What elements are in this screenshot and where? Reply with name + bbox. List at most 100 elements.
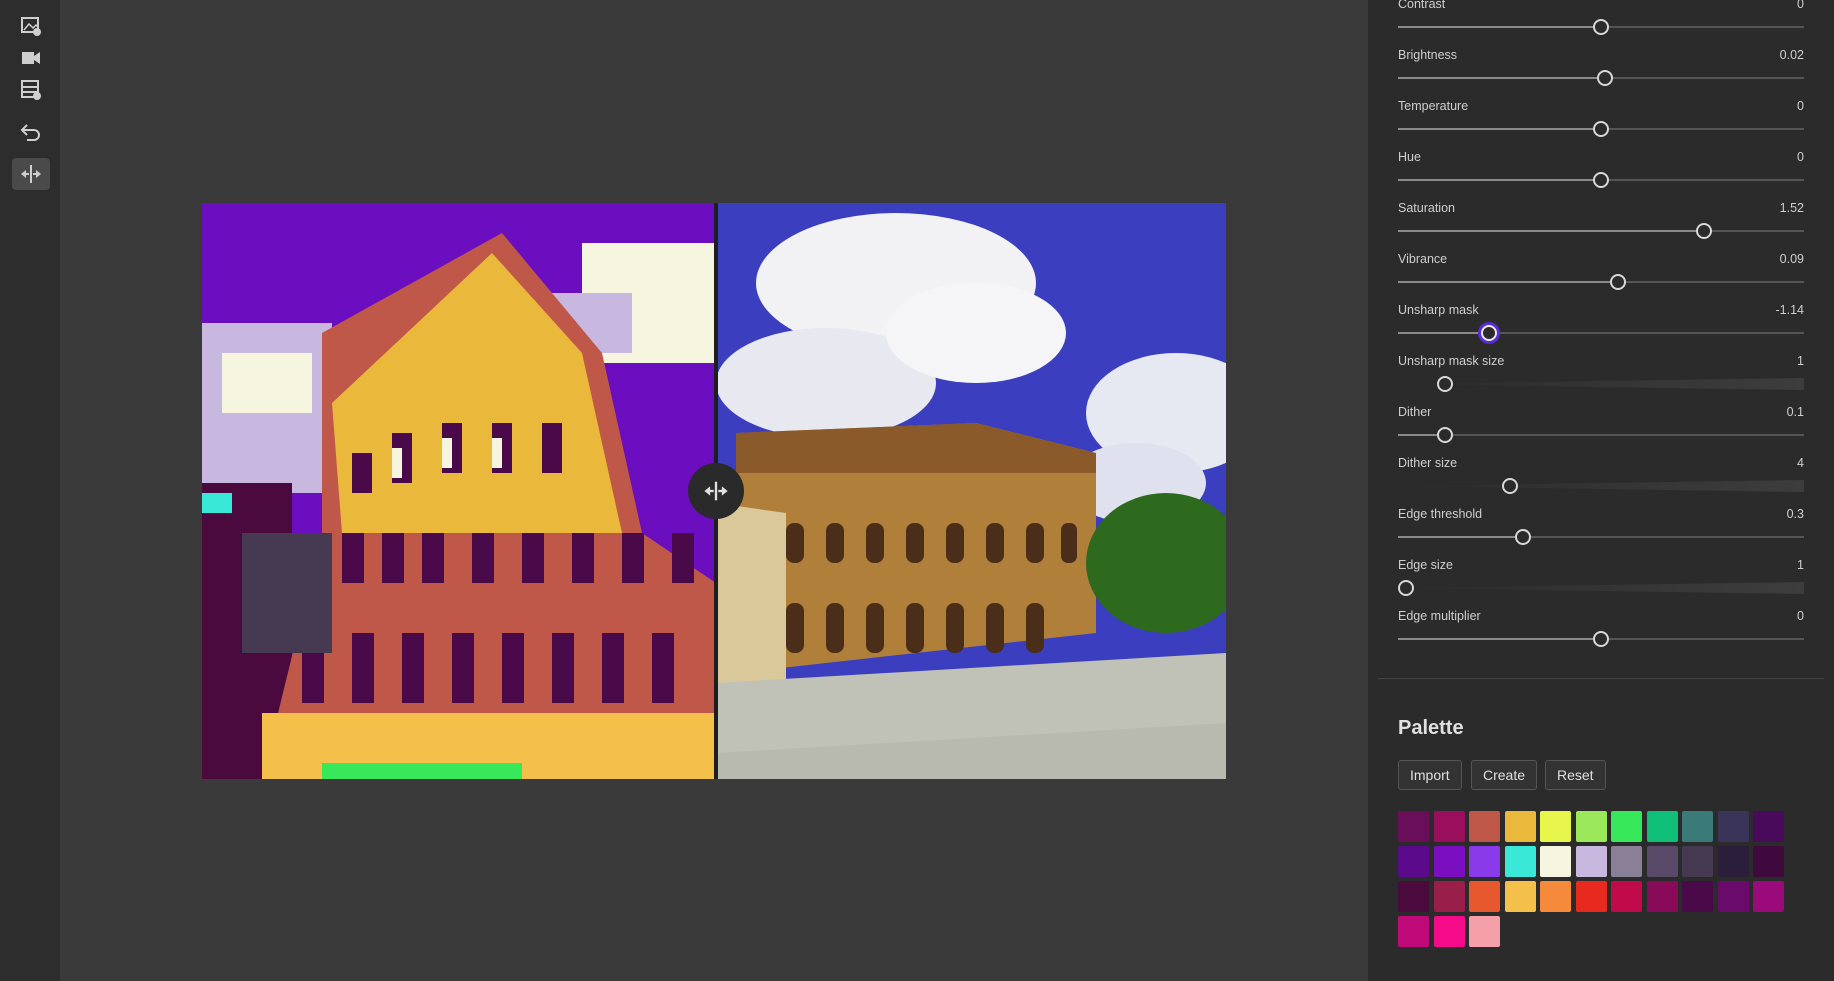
palette-swatch[interactable]	[1646, 881, 1678, 912]
palette-swatch[interactable]	[1469, 916, 1500, 947]
canvas-area	[60, 0, 1368, 981]
slider-brightness[interactable]: Brightness 0.02	[1398, 48, 1804, 98]
create-button[interactable]: Create	[1471, 760, 1538, 790]
slider-label: Edge threshold	[1398, 507, 1483, 521]
slider-thumb[interactable]	[1436, 427, 1453, 443]
slider-track[interactable]	[1398, 434, 1804, 436]
batch-button[interactable]	[12, 74, 50, 106]
palette-swatch[interactable]	[1433, 811, 1465, 842]
slider-saturation[interactable]: Saturation 1.52	[1398, 201, 1804, 251]
palette-swatch[interactable]	[1433, 881, 1465, 912]
slider-edge-multiplier[interactable]: Edge multiplier 0	[1398, 609, 1804, 659]
slider-thumb[interactable]	[1593, 19, 1609, 35]
palette-swatch[interactable]	[1682, 846, 1713, 877]
slider-label: Dither	[1398, 405, 1432, 419]
palette-swatch[interactable]	[1682, 881, 1713, 912]
palette-swatch[interactable]	[1611, 881, 1642, 912]
palette-swatch[interactable]	[1575, 811, 1607, 842]
video-icon	[22, 52, 40, 64]
slider-track-fill	[1398, 281, 1619, 283]
palette-swatch[interactable]	[1469, 846, 1500, 877]
undo-button[interactable]	[12, 116, 50, 148]
slider-value: 4	[1797, 456, 1804, 470]
slider-unsharp-mask[interactable]: Unsharp mask -1.14	[1398, 303, 1804, 353]
palette-swatch[interactable]	[1753, 881, 1784, 912]
palette-swatch[interactable]	[1575, 846, 1607, 877]
slider-track[interactable]	[1398, 230, 1804, 232]
slider-track-fill	[1398, 638, 1601, 640]
palette-swatch[interactable]	[1753, 846, 1784, 877]
compare-handle[interactable]	[688, 463, 744, 519]
slider-thumb[interactable]	[1436, 376, 1453, 392]
slider-thumb[interactable]	[1398, 580, 1415, 596]
slider-label: Unsharp mask size	[1398, 354, 1505, 368]
palette-swatch[interactable]	[1398, 881, 1429, 912]
palette-swatch[interactable]	[1398, 916, 1429, 947]
slider-track[interactable]	[1398, 281, 1804, 283]
palette-swatch[interactable]	[1504, 881, 1536, 912]
slider-value: 0.09	[1779, 252, 1804, 266]
slider-thumb[interactable]	[1481, 325, 1498, 341]
slider-track[interactable]	[1398, 480, 1804, 492]
slider-value: 0	[1797, 99, 1804, 113]
palette-swatch[interactable]	[1575, 881, 1607, 912]
slider-thumb[interactable]	[1502, 478, 1519, 494]
slider-label: Edge multiplier	[1398, 609, 1481, 623]
palette-swatch[interactable]	[1504, 811, 1536, 842]
slider-value: 0.1	[1786, 405, 1804, 419]
palette-swatch[interactable]	[1469, 811, 1500, 842]
palette-swatch[interactable]	[1469, 881, 1500, 912]
slider-thumb[interactable]	[1610, 274, 1627, 290]
slider-thumb[interactable]	[1593, 172, 1609, 188]
palette-swatch[interactable]	[1540, 846, 1571, 877]
slider-temperature[interactable]: Temperature 0	[1398, 99, 1804, 149]
palette-swatch[interactable]	[1504, 846, 1536, 877]
palette-swatch[interactable]	[1717, 881, 1749, 912]
palette-swatch[interactable]	[1398, 811, 1429, 842]
palette-swatch[interactable]	[1646, 846, 1678, 877]
palette-swatch[interactable]	[1611, 811, 1642, 842]
palette-swatch[interactable]	[1611, 846, 1642, 877]
slider-label: Unsharp mask	[1398, 303, 1479, 317]
reset-button[interactable]: Reset	[1545, 760, 1606, 790]
slider-track[interactable]	[1398, 582, 1804, 594]
palette-swatch[interactable]	[1540, 881, 1571, 912]
slider-value: 0	[1797, 150, 1804, 164]
section-divider	[1378, 678, 1824, 679]
slider-thumb[interactable]	[1593, 631, 1609, 647]
slider-label: Saturation	[1398, 201, 1455, 215]
slider-hue[interactable]: Hue 0	[1398, 150, 1804, 200]
slider-unsharp-mask-size[interactable]: Unsharp mask size 1	[1398, 354, 1804, 404]
palette-swatch[interactable]	[1717, 811, 1749, 842]
slider-contrast[interactable]: Contrast 0	[1398, 0, 1804, 47]
slider-vibrance[interactable]: Vibrance 0.09	[1398, 252, 1804, 302]
import-button[interactable]: Import	[1398, 760, 1462, 790]
slider-label: Vibrance	[1398, 252, 1448, 266]
palette-swatch[interactable]	[1717, 846, 1749, 877]
palette-swatch[interactable]	[1753, 811, 1784, 842]
slider-thumb[interactable]	[1597, 70, 1614, 86]
palette-swatch[interactable]	[1646, 811, 1678, 842]
slider-track[interactable]	[1398, 332, 1804, 334]
compare-icon	[21, 165, 41, 183]
palette-swatch[interactable]	[1433, 846, 1465, 877]
slider-edge-threshold[interactable]: Edge threshold 0.3	[1398, 507, 1804, 557]
palette-swatch[interactable]	[1540, 811, 1571, 842]
slider-track-fill	[1398, 128, 1601, 130]
slider-thumb[interactable]	[1593, 121, 1609, 137]
slider-thumb[interactable]	[1514, 529, 1531, 545]
palette-swatch[interactable]	[1433, 916, 1465, 947]
undo-icon	[20, 124, 40, 141]
slider-track[interactable]	[1398, 378, 1804, 390]
palette-title: Palette	[1398, 717, 1464, 739]
slider-dither-size[interactable]: Dither size 4	[1398, 456, 1804, 506]
palette-swatch[interactable]	[1398, 846, 1429, 877]
video-button[interactable]	[12, 42, 50, 74]
palette-swatch[interactable]	[1682, 811, 1713, 842]
slider-dither[interactable]: Dither 0.1	[1398, 405, 1804, 455]
slider-track[interactable]	[1398, 536, 1804, 538]
compare-button[interactable]	[12, 158, 50, 190]
open-image-button[interactable]	[12, 10, 50, 42]
slider-thumb[interactable]	[1695, 223, 1712, 239]
slider-edge-size[interactable]: Edge size 1	[1398, 558, 1804, 608]
